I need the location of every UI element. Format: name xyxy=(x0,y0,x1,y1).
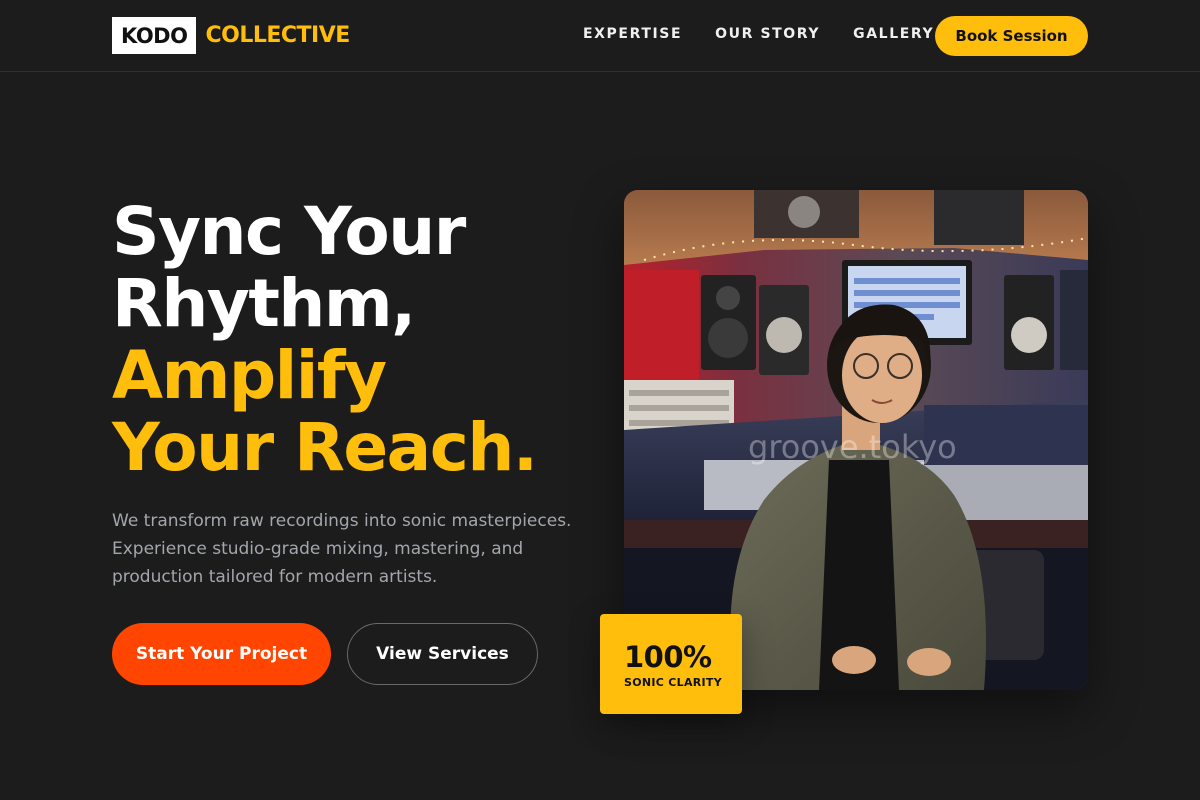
logo-box-text: KODO xyxy=(112,17,197,54)
sonic-clarity-badge: 100% SONIC CLARITY xyxy=(600,614,742,714)
site-header: KODO COLLECTIVE EXPERTISE OUR STORY GALL… xyxy=(0,0,1200,72)
stat-value: 100% xyxy=(624,640,712,674)
hero-description: We transform raw recordings into sonic m… xyxy=(112,511,572,587)
logo-wordmark: COLLECTIVE xyxy=(205,23,350,48)
nav-link-expertise[interactable]: EXPERTISE xyxy=(583,26,682,42)
nav-link-gallery[interactable]: GALLERY xyxy=(853,26,934,42)
start-project-button[interactable]: Start Your Project xyxy=(112,623,331,685)
view-services-button[interactable]: View Services xyxy=(347,623,538,685)
headline-line-1: Sync Your xyxy=(112,193,466,270)
stat-label: SONIC CLARITY xyxy=(624,676,723,689)
headline-line-2: Rhythm, xyxy=(112,265,416,342)
photo-watermark: groove.tokyo xyxy=(748,428,957,466)
book-session-button[interactable]: Book Session xyxy=(935,16,1088,56)
headline-line-3: Amplify xyxy=(112,337,387,414)
hero-headline: Sync Your Rhythm, Amplify Your Reach. xyxy=(112,193,538,486)
brand-logo[interactable]: KODO COLLECTIVE xyxy=(112,17,350,54)
main-nav: EXPERTISE OUR STORY GALLERY xyxy=(583,26,934,42)
nav-link-our-story[interactable]: OUR STORY xyxy=(715,26,820,42)
headline-line-4: Your Reach. xyxy=(112,409,538,486)
